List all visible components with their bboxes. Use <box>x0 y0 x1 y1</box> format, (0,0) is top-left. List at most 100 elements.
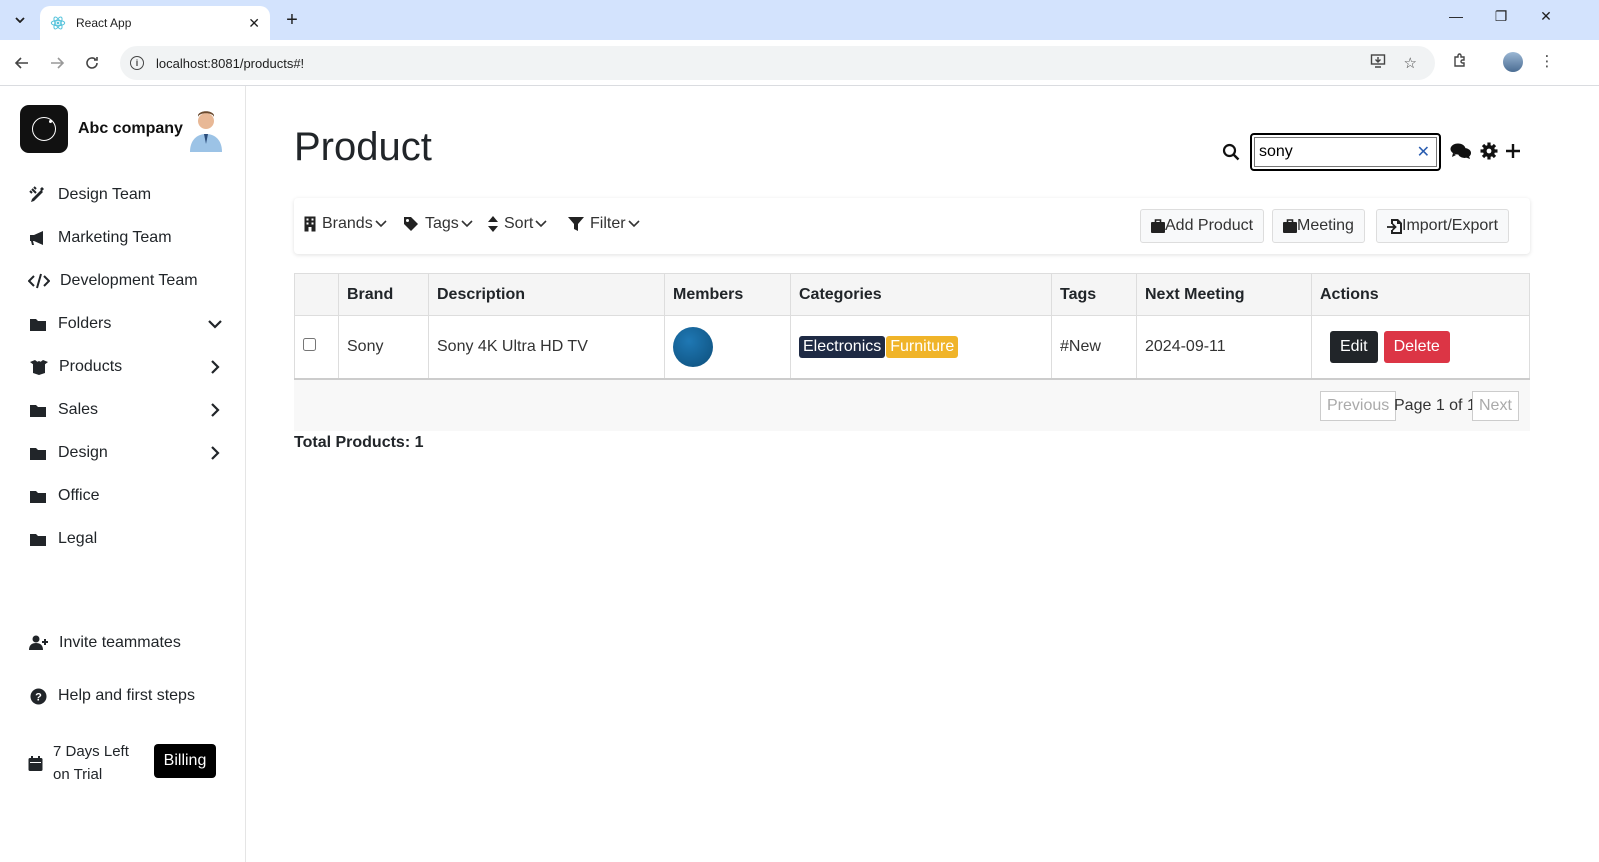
edit-button[interactable]: Edit <box>1330 330 1378 363</box>
omnibox[interactable]: i localhost:8081/products#! ☆ <box>120 46 1435 80</box>
tab-close-icon[interactable]: ✕ <box>248 15 260 32</box>
trial-info: 7 Days Left on Trial <box>28 740 143 786</box>
close-window-button[interactable]: ✕ <box>1531 8 1561 25</box>
billing-button[interactable]: Billing <box>154 744 216 778</box>
chevron-down-icon <box>375 220 387 228</box>
import-export-label: Import/Export <box>1402 217 1499 234</box>
category-badge: Electronics <box>799 335 886 358</box>
brand[interactable]: Abc company <box>20 105 183 153</box>
folder-icon <box>28 315 48 333</box>
question-circle-icon: ? <box>28 687 48 705</box>
url-text[interactable]: localhost:8081/products#! <box>156 56 1370 71</box>
address-bar-row: i localhost:8081/products#! ☆ ⋮ <box>0 40 1599 86</box>
help-link[interactable]: ? Help and first steps <box>28 682 223 710</box>
browser-menu-icon[interactable]: ⋮ <box>1535 52 1559 70</box>
tags-dropdown[interactable]: Tags <box>403 215 479 233</box>
column-header-categories[interactable]: Categories <box>790 273 1052 316</box>
page-title: Product <box>294 125 432 169</box>
products-table-wrapper: Brand Description Members Categories Tag… <box>294 273 1530 380</box>
sidebar-item-design[interactable]: Design <box>28 439 223 467</box>
search-icon[interactable] <box>1222 143 1240 161</box>
restore-button[interactable]: ❐ <box>1486 8 1516 25</box>
chevron-right-icon[interactable] <box>207 445 223 461</box>
column-header-next-meeting[interactable]: Next Meeting <box>1136 273 1312 316</box>
sidebar-item-label: Sales <box>58 401 99 418</box>
chevron-right-icon[interactable] <box>207 402 223 418</box>
delete-button[interactable]: Delete <box>1383 330 1450 363</box>
brand-cell: Sony <box>338 315 429 380</box>
tag-icon <box>404 217 418 231</box>
chevron-right-icon[interactable] <box>207 359 223 375</box>
sidebar-item-label: Folders <box>58 315 112 332</box>
tab-search-button[interactable] <box>8 8 32 32</box>
gear-icon[interactable] <box>1480 142 1498 160</box>
filter-dropdown[interactable]: Filter <box>568 215 646 233</box>
select-cell <box>294 315 339 380</box>
help-label: Help and first steps <box>58 687 195 704</box>
member-avatar[interactable] <box>673 326 713 367</box>
previous-page-button[interactable]: Previous <box>1320 391 1397 421</box>
code-icon <box>28 272 50 290</box>
calendar-icon <box>28 755 43 771</box>
sidebar-item-development-team[interactable]: Development Team <box>28 267 223 295</box>
sidebar-item-sales[interactable]: Sales <box>28 396 223 424</box>
column-header-tags[interactable]: Tags <box>1051 273 1137 316</box>
reload-icon <box>86 57 98 69</box>
minimize-button[interactable]: — <box>1441 8 1471 24</box>
plus-icon[interactable] <box>1504 142 1522 160</box>
building-icon <box>304 216 316 232</box>
chevron-down-icon[interactable] <box>207 316 223 332</box>
sidebar-item-marketing-team[interactable]: Marketing Team <box>28 224 223 252</box>
next-page-button[interactable]: Next <box>1472 391 1519 421</box>
search-field[interactable]: ✕ <box>1250 133 1441 171</box>
bookmark-star-icon[interactable]: ☆ <box>1404 54 1417 72</box>
folder-icon <box>28 487 48 505</box>
tab-title: React App <box>76 16 132 30</box>
search-input[interactable] <box>1259 143 1417 161</box>
invite-teammates-link[interactable]: Invite teammates <box>28 629 223 657</box>
column-header-description[interactable]: Description <box>428 273 665 316</box>
column-header-members[interactable]: Members <box>664 273 791 316</box>
install-app-icon[interactable] <box>1370 53 1386 73</box>
comments-icon[interactable] <box>1450 142 1472 160</box>
svg-text:?: ? <box>35 691 42 703</box>
folder-icon <box>28 401 48 419</box>
sidebar-item-design-team[interactable]: Design Team <box>28 181 223 209</box>
sort-dropdown[interactable]: Sort <box>488 215 553 233</box>
new-tab-button[interactable]: + <box>280 8 304 32</box>
reload-button[interactable] <box>80 51 104 75</box>
back-button[interactable] <box>10 51 34 75</box>
meeting-button[interactable]: Meeting <box>1272 209 1365 243</box>
company-logo <box>20 105 68 153</box>
folder-icon <box>28 444 48 462</box>
pagination: Previous Page 1 of 1 Next <box>294 380 1530 431</box>
sidebar-item-label: Legal <box>58 530 98 547</box>
forward-button[interactable] <box>45 51 69 75</box>
clear-search-icon[interactable]: ✕ <box>1417 142 1430 162</box>
trial-text: 7 Days Left on Trial <box>53 743 129 783</box>
row-checkbox[interactable] <box>303 337 316 351</box>
table-header-row: Brand Description Members Categories Tag… <box>294 273 1530 316</box>
sidebar-item-legal[interactable]: Legal <box>28 525 223 553</box>
import-export-button[interactable]: Import/Export <box>1376 209 1510 243</box>
sidebar-item-folders[interactable]: Folders <box>28 310 223 338</box>
browser-tab[interactable]: React App ✕ <box>40 6 270 40</box>
chevron-down-icon <box>15 17 25 23</box>
add-product-button[interactable]: Add Product <box>1140 209 1265 243</box>
column-header-brand[interactable]: Brand <box>338 273 429 316</box>
chevron-down-icon <box>627 220 640 228</box>
user-avatar[interactable] <box>186 108 226 152</box>
brands-label: Brands <box>322 215 373 232</box>
brands-dropdown[interactable]: Brands <box>304 215 393 233</box>
browser-tab-strip: React App ✕ + — ❐ ✕ <box>0 0 1599 40</box>
profile-avatar[interactable] <box>1503 52 1523 72</box>
site-info-icon[interactable]: i <box>130 56 144 70</box>
chevron-down-icon <box>461 220 473 228</box>
sidebar-item-products[interactable]: Products <box>28 353 223 381</box>
sidebar-item-office[interactable]: Office <box>28 482 223 510</box>
user-plus-icon <box>28 634 50 652</box>
extensions-icon[interactable] <box>1448 52 1472 72</box>
next-meeting-cell: 2024-09-11 <box>1136 315 1312 380</box>
sidebar-item-label: Products <box>59 358 123 375</box>
sidebar-item-label: Office <box>58 487 100 504</box>
